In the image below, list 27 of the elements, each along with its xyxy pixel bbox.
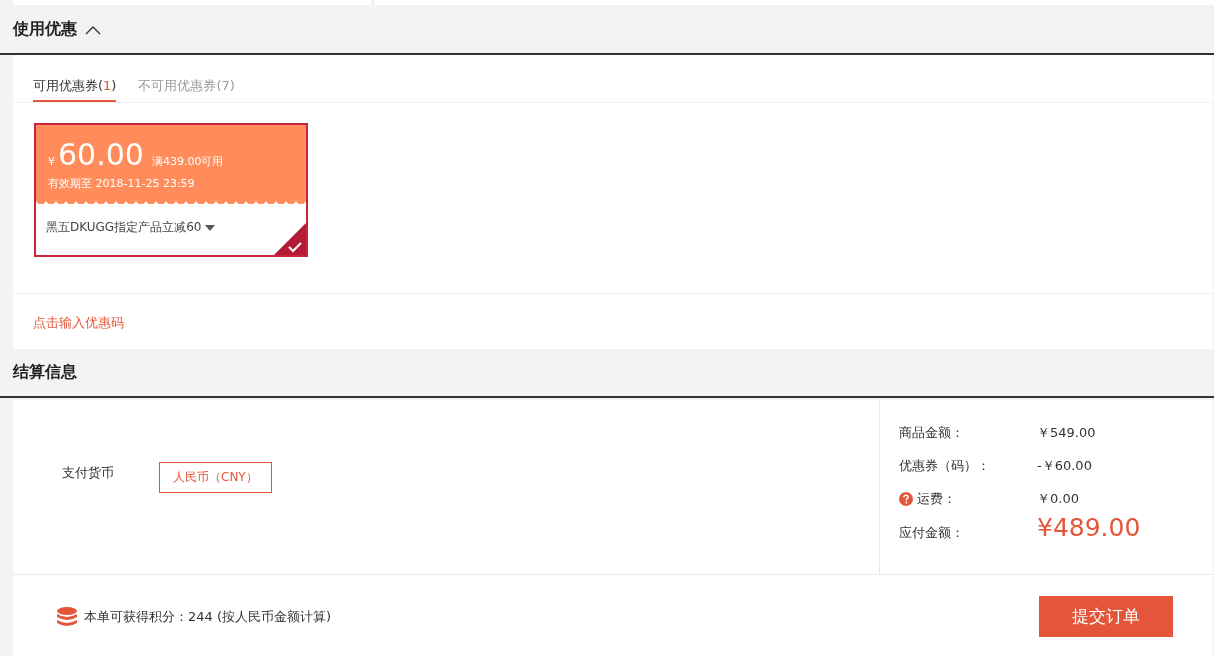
section-title: 使用优惠 [13,19,77,40]
coupon-card[interactable]: ¥60.00 满439.00可用 有效期至 2018-11-25 23:59 黑五DKUGG指定产品立减60 [34,123,308,257]
summary-label-text: 应付金额： [899,524,964,542]
chevron-icon [85,24,101,35]
coupon-validity: 有效期至 2018-11-25 23:59 [48,176,196,191]
total-amount: ¥489.00 [1037,512,1141,542]
coupon-condition: 满439.00可用 [151,154,224,169]
caret-icon[interactable] [205,224,216,231]
coupon-tab[interactable]: 不可用优惠券(7) [138,75,235,102]
enter-code-link[interactable]: 点击输入优惠码 [33,315,124,330]
summary-label-text: 优惠券（码）： [899,456,990,475]
summary-label-text: 运费： [917,489,956,508]
help-icon[interactable] [899,491,913,506]
summary-value: ￥549.00 [1037,423,1096,442]
coins-stack-icon [56,605,78,628]
checkmark-corner-icon [274,223,306,255]
coupon-amount: ¥60.00 [48,137,144,172]
currency-option[interactable]: 人民币（CNY） [159,462,272,493]
submit-order-button[interactable]: 提交订单 [1039,596,1173,637]
coupon-tab[interactable]: 可用优惠券(1) [33,75,117,102]
summary-value: -￥60.00 [1037,456,1092,475]
summary-label-text: 商品金额： [899,423,964,442]
coupon-description: 黑五DKUGG指定产品立减60 [46,219,202,236]
currency-label: 支付货币 [62,464,114,482]
section-title: 结算信息 [13,362,77,383]
points-note: 本单可获得积分：244 (按人民币金额计算) [84,607,332,626]
summary-value: ￥0.00 [1037,489,1079,508]
